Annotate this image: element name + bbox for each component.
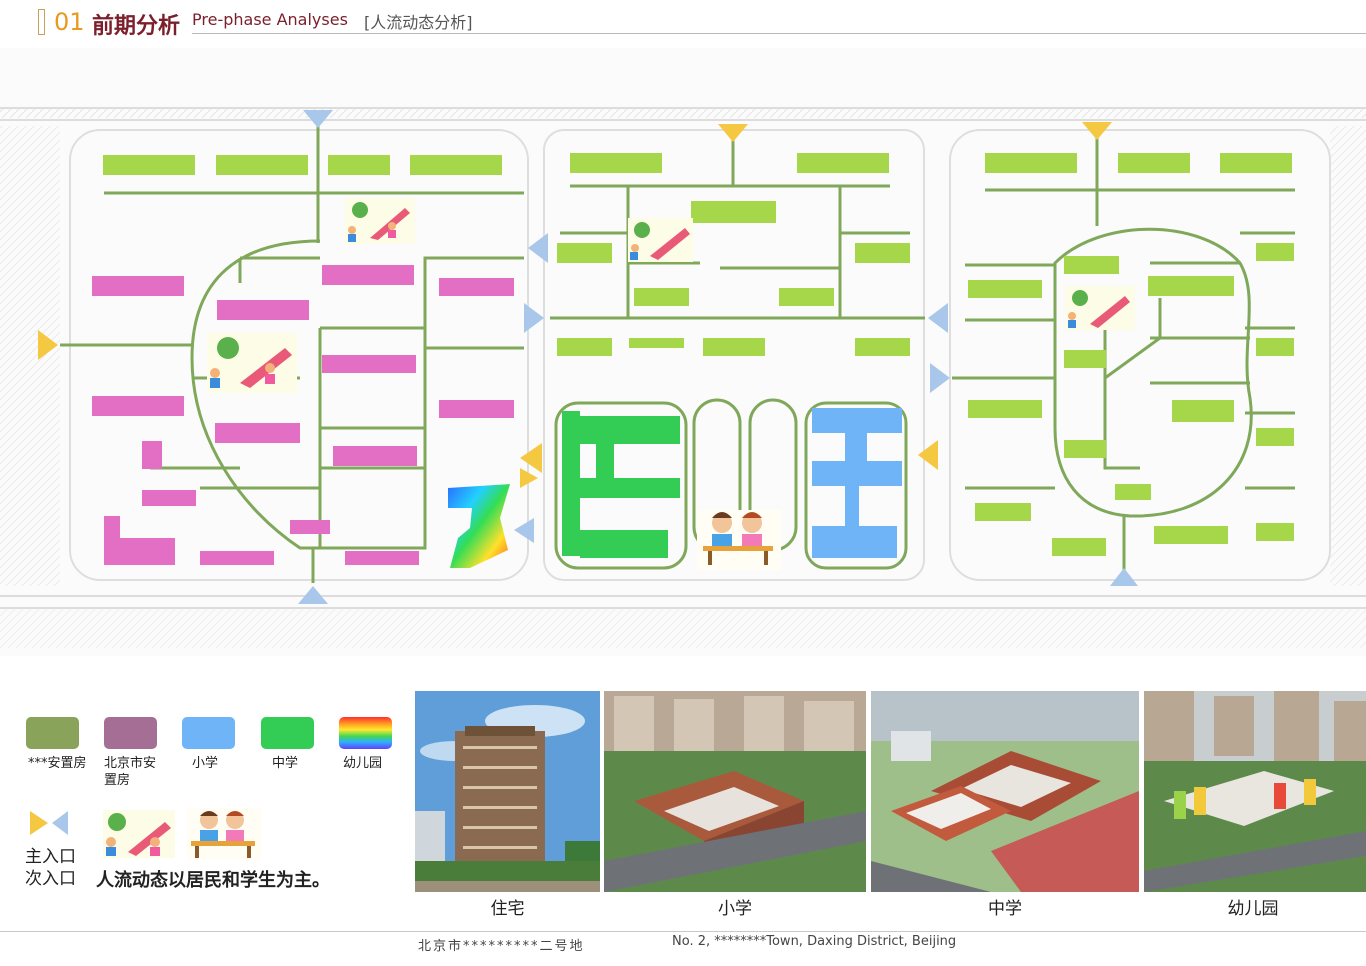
- legend-people-icons: [103, 808, 261, 860]
- playground-icon: [345, 198, 415, 244]
- footer-divider: [0, 931, 1366, 932]
- photo-kindergarten: [1144, 691, 1366, 892]
- primary-school-building: [812, 408, 902, 558]
- photo-middle-school: [871, 691, 1139, 892]
- legend-swatch-resettlement: [26, 717, 79, 749]
- playground-icon: [207, 333, 297, 393]
- entrance-legend-icons: [30, 811, 68, 835]
- legend-label-kindergarten: 幼儿园: [343, 756, 383, 771]
- site-plan: [0, 48, 1366, 656]
- playground-icon: [1065, 286, 1135, 330]
- photo-caption-kindergarten: 幼儿园: [1227, 899, 1279, 919]
- main-entrance-icon: [30, 811, 48, 835]
- photo-caption-residential: 住宅: [490, 899, 525, 919]
- photo-caption-middle-school: 中学: [988, 899, 1022, 919]
- legend-label-middle-school: 中学: [272, 756, 299, 771]
- secondary-entrance-icon: [52, 811, 68, 835]
- playground-icon: [103, 810, 175, 858]
- legend-swatch-beijing-housing: [104, 717, 157, 749]
- students-icon: [697, 510, 781, 570]
- secondary-entrance-label: 次入口: [25, 869, 76, 889]
- middle-school-building: [562, 411, 680, 558]
- site-plan-drawing: [0, 48, 1366, 656]
- flow-note: 人流动态以居民和学生为主。: [96, 870, 330, 891]
- page-subtitle: [人流动态分析]: [364, 13, 473, 32]
- page-title-en: Pre-phase Analyses: [192, 10, 348, 29]
- photo-primary-school: [604, 691, 866, 892]
- legend-label-resettlement: ***安置房: [28, 756, 87, 771]
- students-icon: [187, 808, 261, 860]
- legend-swatch-primary-school: [182, 717, 235, 749]
- legend-label-beijing-housing: 北京市安 置房: [104, 756, 157, 788]
- photo-residential: [415, 691, 600, 892]
- west-housing-lime: [103, 155, 502, 175]
- page-header: 01 前期分析 Pre-phase Analyses [人流动态分析]: [0, 0, 1366, 40]
- legend-swatch-kindergarten: [339, 717, 392, 749]
- footer-location-zh: 北京市*********二号地: [418, 939, 585, 954]
- legend-swatch-middle-school: [261, 717, 314, 749]
- main-entrance-label: 主入口: [25, 847, 76, 867]
- photo-caption-primary-school: 小学: [718, 899, 752, 919]
- page-title: 前期分析: [92, 14, 181, 39]
- section-number: 01: [54, 8, 85, 36]
- legend-label-primary-school: 小学: [192, 756, 219, 771]
- header-accent-bar: [38, 9, 45, 35]
- playground-icon: [628, 218, 693, 262]
- header-divider: [192, 33, 1366, 34]
- footer-location-en: No. 2, ********Town, Daxing District, Be…: [672, 934, 957, 949]
